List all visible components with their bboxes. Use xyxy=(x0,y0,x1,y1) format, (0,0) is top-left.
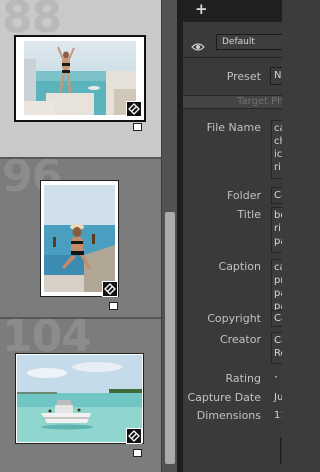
file-name-label: File Name xyxy=(206,121,261,134)
file-name-field[interactable]: ca ch ic ri xyxy=(271,120,282,179)
title-label: Title xyxy=(237,208,261,221)
dimensions-value: 11 xyxy=(274,410,282,421)
value-line: pr xyxy=(274,275,282,286)
value-line: ri xyxy=(274,162,281,173)
rating-stars[interactable]: · xyxy=(271,370,282,384)
value-line: Ca xyxy=(274,313,282,324)
value-line: ic xyxy=(274,149,282,160)
pick-flag-checkbox[interactable] xyxy=(109,302,118,310)
grid-cell-88[interactable]: 88 xyxy=(0,0,161,159)
grid-cell-104[interactable]: 104 xyxy=(0,319,161,472)
caption-label: Caption xyxy=(218,260,261,273)
scrollbar-thumb[interactable] xyxy=(165,212,175,464)
thumbnail-image-woman-on-boat[interactable] xyxy=(44,185,115,292)
pick-flag-checkbox[interactable] xyxy=(133,449,142,457)
header-divider xyxy=(183,57,282,58)
filmstrip-scrollbar[interactable] xyxy=(161,0,177,472)
filmstrip-grid: 88 96 104 xyxy=(0,0,161,472)
target-photo-bar: Target Ph xyxy=(183,95,282,109)
folder-label: Folder xyxy=(227,189,261,202)
develop-settings-badge-icon xyxy=(126,428,142,444)
value-line: ca xyxy=(274,262,282,273)
value-line: Ca xyxy=(274,335,282,346)
thumbnail-image-boat-turquoise-water[interactable] xyxy=(17,355,142,442)
rating-label: Rating xyxy=(225,372,261,385)
panel-bottom-control[interactable] xyxy=(280,438,282,464)
value-line: be xyxy=(274,210,282,221)
creator-field[interactable]: Ca Ro xyxy=(271,332,282,364)
copyright-field[interactable]: Ca xyxy=(271,310,282,327)
pick-flag-checkbox[interactable] xyxy=(133,123,142,131)
develop-settings-badge-icon xyxy=(102,281,118,297)
value-line: pa xyxy=(274,288,282,299)
value-line: ch xyxy=(274,136,282,147)
preset-label: Preset xyxy=(226,70,261,83)
metadata-panel-body xyxy=(183,22,282,472)
develop-settings-badge-icon xyxy=(126,101,142,117)
value-line: ri xyxy=(274,223,281,234)
value-line: Ro xyxy=(274,348,282,359)
grid-cell-96[interactable]: 96 xyxy=(0,159,161,319)
value-line: ca xyxy=(274,123,282,134)
lightroom-window: 88 96 104 + Default Preset N Target Ph F… xyxy=(0,0,282,472)
plus-icon[interactable]: + xyxy=(195,0,208,18)
capture-date-value: Ju xyxy=(274,392,282,403)
folder-field[interactable]: Ca xyxy=(271,187,282,204)
creator-label: Creator xyxy=(219,333,261,346)
thumbnail-image-boat-woman-posing[interactable] xyxy=(24,41,136,115)
preset-select[interactable]: N xyxy=(270,67,282,85)
panel-topbar: + xyxy=(183,0,282,22)
copyright-label: Copyright xyxy=(207,312,261,325)
title-field[interactable]: be ri pa xyxy=(271,207,282,253)
value-line: Ca xyxy=(274,190,282,201)
metadata-preset-dropdown[interactable]: Default xyxy=(216,34,282,50)
cell-index-number: 88 xyxy=(2,0,62,43)
value-line: pa xyxy=(274,236,282,247)
eye-icon[interactable] xyxy=(191,37,205,56)
dimensions-label: Dimensions xyxy=(196,409,261,422)
capture-date-label: Capture Date xyxy=(187,391,261,404)
